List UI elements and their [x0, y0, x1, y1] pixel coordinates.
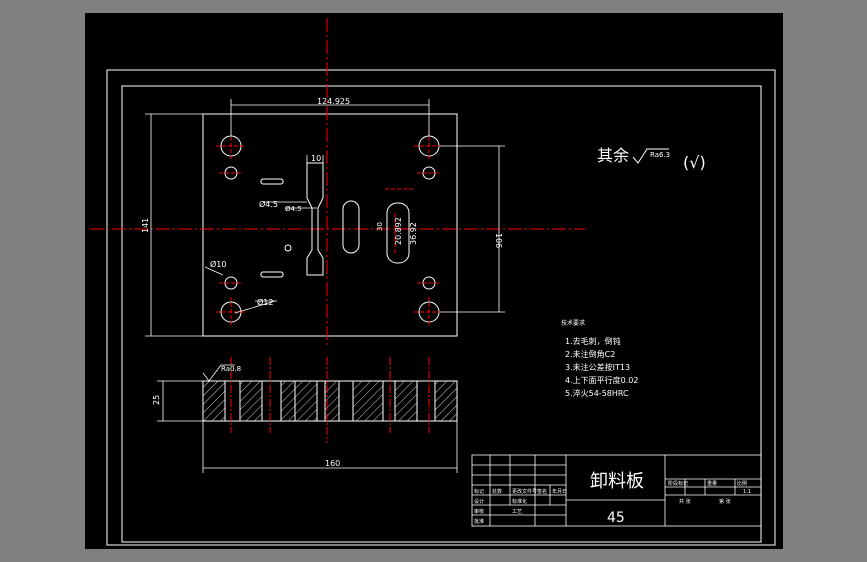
cad-viewport[interactable]: 124.925 141 106 10 Ø4.5 Ø4.5 Ø10 Ø12 20.… [85, 13, 783, 549]
outer-frame [106, 69, 776, 546]
dim-plate-thickness: 25 [152, 395, 161, 405]
title-cell: 批准 [474, 518, 484, 525]
title-cell: 设计 [474, 498, 484, 505]
title-cell: 1:1 [743, 489, 751, 495]
check-symbol: (√) [683, 153, 706, 172]
dim-slot-length-1: 20.892 [394, 217, 403, 245]
title-cell: 标准化 [512, 498, 527, 505]
dim-plate-height: 141 [141, 218, 150, 233]
note-item: 3.未注公差按IT13 [565, 362, 630, 372]
material: 45 [607, 510, 625, 526]
title-cell: 共 张 [679, 498, 691, 505]
small-slot [260, 271, 284, 278]
drawing-sheet: 124.925 141 106 10 Ø4.5 Ø4.5 Ø10 Ø12 20.… [90, 18, 776, 546]
title-cell: 标记 [474, 488, 484, 495]
pin-hole [284, 244, 292, 252]
title-cell: 签名 [537, 488, 547, 495]
dim-slot-length-2: 36.92 [409, 222, 418, 245]
section-view: 160 25 Ra0.8 [152, 357, 458, 473]
note-item: 5.淬火54-58HRC [565, 388, 629, 398]
general-roughness-note: 其余 Ra6.3 (√) [597, 146, 706, 172]
note-item: 1.去毛刺，倒钝 [565, 336, 621, 346]
roughness-top: Ra0.8 [221, 365, 241, 373]
dim-small-hole-2: Ø4.5 [285, 205, 302, 213]
technical-notes: 技术要求 1.去毛刺，倒钝 2.未注倒角C2 3.未注公差按IT13 4.上下面… [561, 319, 638, 398]
small-slot [260, 178, 284, 185]
roughness-value: Ra6.3 [650, 151, 670, 159]
dim-large-hole: Ø12 [257, 297, 273, 307]
dim-small-hole: Ø4.5 [259, 199, 278, 209]
note-item: 4.上下面平行度0.02 [565, 375, 638, 385]
central-slot [342, 200, 360, 254]
part-name: 卸料板 [590, 471, 644, 492]
title-cell: 第 张 [719, 498, 731, 505]
title-cell: 年月日 [552, 488, 567, 495]
plan-view: 124.925 141 106 10 Ø4.5 Ø4.5 Ø10 Ø12 20.… [90, 18, 585, 348]
title-cell: 更改文件号 [512, 488, 537, 495]
title-cell: 重量 [707, 480, 717, 487]
dim-plate-width: 160 [325, 459, 340, 468]
dim-guide-hole: Ø10 [210, 259, 226, 269]
title-cell: 审核 [474, 508, 484, 515]
title-cell: 比例 [737, 480, 747, 487]
title-cell: 阶段标记 [668, 480, 688, 487]
note-item: 2.未注倒角C2 [565, 349, 615, 359]
dim-slot-offset: 30 [376, 222, 384, 231]
dim-hole-spacing-vertical: 106 [494, 233, 503, 248]
punch-profile [306, 162, 324, 276]
other-surfaces-label: 其余 [597, 146, 629, 165]
title-cell: 处数 [492, 488, 502, 495]
dim-slot-width: 10 [311, 154, 321, 163]
title-cell: 工艺 [512, 509, 522, 515]
dim-hole-spacing: 124.925 [317, 97, 350, 106]
notes-heading: 技术要求 [561, 319, 585, 327]
